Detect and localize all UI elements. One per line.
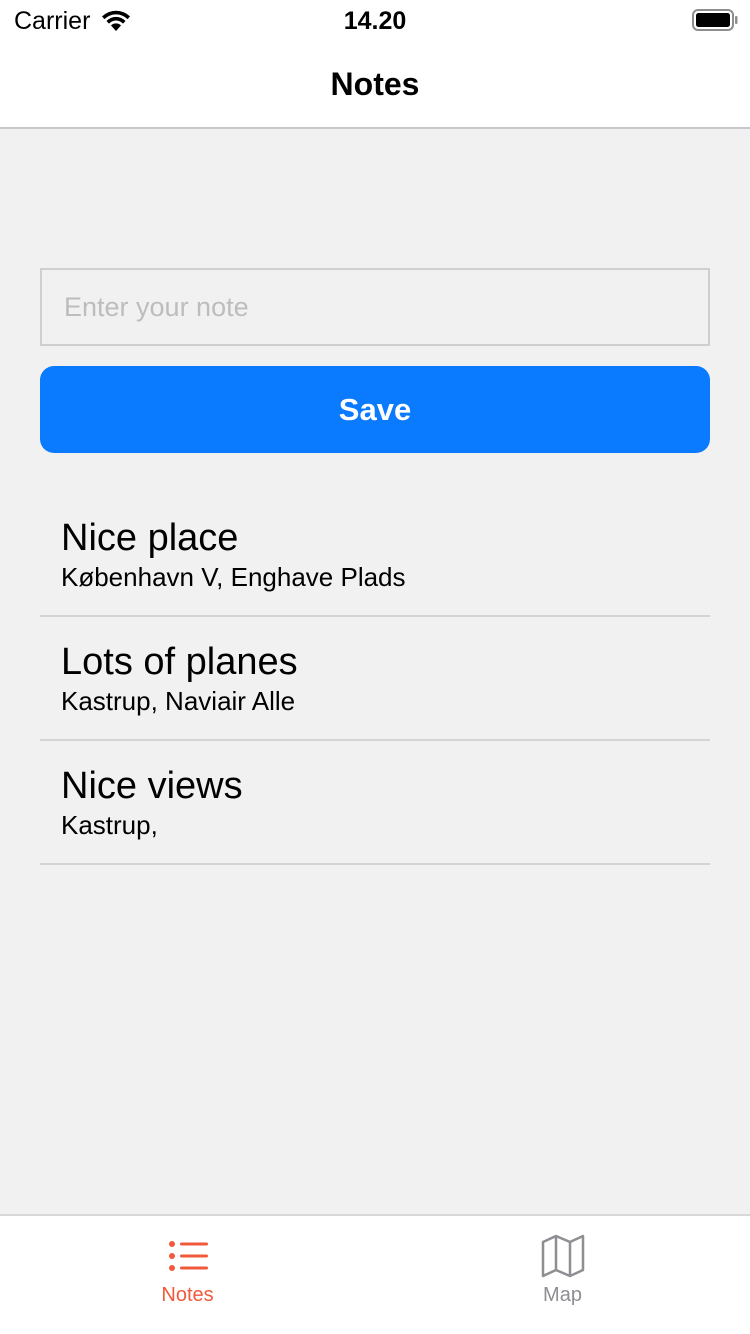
- note-title: Nice views: [61, 765, 243, 807]
- tab-bar: Notes Map: [0, 1214, 750, 1334]
- save-button[interactable]: Save: [40, 366, 710, 453]
- map-icon: [541, 1234, 585, 1278]
- tab-notes[interactable]: Notes: [0, 1216, 375, 1334]
- status-time: 14.20: [343, 7, 407, 35]
- list-icon: [169, 1241, 208, 1271]
- note-title: Lots of planes: [61, 641, 298, 683]
- list-item[interactable]: Nice views Kastrup,: [40, 741, 710, 865]
- note-input[interactable]: [40, 268, 710, 346]
- note-title: Nice place: [61, 517, 239, 559]
- tab-label: Map: [543, 1284, 582, 1306]
- note-location: Kastrup, Naviair Alle: [61, 686, 296, 716]
- note-location: København V, Enghave Plads: [61, 562, 406, 592]
- notes-list: Nice place København V, Enghave Plads Lo…: [40, 493, 710, 865]
- tab-label: Notes: [161, 1284, 214, 1306]
- page-title: Notes: [330, 66, 420, 102]
- list-item[interactable]: Lots of planes Kastrup, Naviair Alle: [40, 617, 710, 741]
- tab-map[interactable]: Map: [375, 1216, 750, 1334]
- list-item[interactable]: Nice place København V, Enghave Plads: [40, 493, 710, 617]
- status-bar: Carrier 14.20: [0, 0, 750, 44]
- navigation-bar: Notes: [0, 44, 750, 129]
- battery-icon: [692, 9, 738, 31]
- note-location: Kastrup,: [61, 810, 158, 840]
